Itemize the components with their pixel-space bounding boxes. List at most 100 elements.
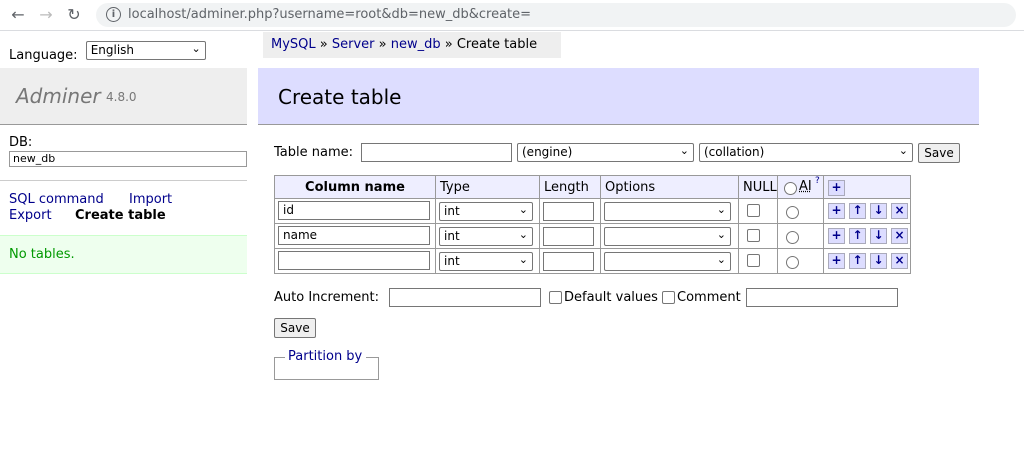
options-cell: ⌄ xyxy=(600,223,739,249)
add-row-icon[interactable]: + xyxy=(828,203,845,219)
browser-toolbar: ← → ↻ i localhost/adminer.php?username=r… xyxy=(0,0,1024,31)
back-arrow-icon[interactable]: ← xyxy=(8,5,28,25)
save-button[interactable]: Save xyxy=(274,318,316,338)
reload-icon[interactable]: ↻ xyxy=(64,5,84,25)
fields-table: Column name Type Length Options NULL AI?… xyxy=(274,175,911,274)
type-value: int xyxy=(444,229,460,243)
forward-arrow-icon[interactable]: → xyxy=(36,5,56,25)
collation-select[interactable]: (collation) ⌄ xyxy=(699,143,913,162)
type-select[interactable]: int ⌄ xyxy=(439,202,533,221)
partition-by-link[interactable]: Partition by xyxy=(285,349,366,364)
language-label: Language: xyxy=(9,48,78,63)
actions-cell: + ↑ ↓ × xyxy=(823,198,911,224)
column-name-value: id xyxy=(283,203,294,217)
import-link[interactable]: Import xyxy=(129,192,172,208)
null-checkbox[interactable] xyxy=(747,204,760,217)
app-name-link[interactable]: Adminer xyxy=(16,84,101,108)
length-input[interactable] xyxy=(543,252,594,271)
options-header: Options xyxy=(600,175,739,199)
ai-radio-none[interactable] xyxy=(784,182,797,195)
null-checkbox[interactable] xyxy=(747,229,760,242)
db-label: DB: xyxy=(9,135,33,150)
type-header: Type xyxy=(435,175,540,199)
breadcrumb-mysql-link[interactable]: MySQL xyxy=(271,37,316,52)
column-name-input[interactable] xyxy=(278,251,430,270)
url-text: localhost/adminer.php?username=root&db=n… xyxy=(128,7,532,22)
breadcrumb-server-link[interactable]: Server xyxy=(332,37,375,52)
language-selector: Language: English ⌄ xyxy=(9,40,206,63)
db-value: new_db xyxy=(13,152,56,165)
options-select[interactable]: ⌄ xyxy=(604,252,731,271)
type-select[interactable]: int ⌄ xyxy=(439,252,533,271)
chevron-down-icon: ⌄ xyxy=(898,144,908,157)
type-value: int xyxy=(444,204,460,218)
remove-row-icon[interactable]: × xyxy=(891,203,908,219)
auto-increment-input[interactable] xyxy=(389,288,541,307)
add-column-header: + xyxy=(823,175,911,199)
breadcrumb-db-link[interactable]: new_db xyxy=(391,37,441,52)
comment-checkbox[interactable] xyxy=(662,291,675,304)
export-link[interactable]: Export xyxy=(9,208,52,224)
ai-radio[interactable] xyxy=(786,206,799,219)
move-up-icon[interactable]: ↑ xyxy=(849,228,866,244)
actions-cell: + ↑ ↓ × xyxy=(823,223,911,249)
default-values-checkbox[interactable] xyxy=(549,291,562,304)
move-down-icon[interactable]: ↓ xyxy=(870,203,887,219)
divider xyxy=(366,357,378,358)
column-name-input[interactable]: id xyxy=(278,201,430,220)
type-cell: int ⌄ xyxy=(435,223,540,249)
length-input[interactable] xyxy=(543,202,594,221)
fields-header-row: Column name Type Length Options NULL AI?… xyxy=(274,175,911,199)
move-up-icon[interactable]: ↑ xyxy=(849,253,866,269)
breadcrumb-separator: » xyxy=(374,37,391,52)
options-cell: ⌄ xyxy=(600,198,739,224)
actions-cell: + ↑ ↓ × xyxy=(823,248,911,274)
column-name-cell: name xyxy=(274,223,436,249)
add-row-icon[interactable]: + xyxy=(828,253,845,269)
remove-row-icon[interactable]: × xyxy=(891,228,908,244)
move-down-icon[interactable]: ↓ xyxy=(870,228,887,244)
chevron-down-icon: ⌄ xyxy=(716,203,726,216)
add-row-icon[interactable]: + xyxy=(828,180,845,196)
null-checkbox[interactable] xyxy=(747,254,760,267)
length-input[interactable] xyxy=(543,227,594,246)
ai-cell xyxy=(777,223,824,249)
options-select[interactable]: ⌄ xyxy=(604,202,731,221)
table-name-input[interactable] xyxy=(361,143,512,162)
field-row: int ⌄ ⌄ + ↑ ↓ × xyxy=(274,248,911,274)
ai-radio[interactable] xyxy=(786,256,799,269)
type-value: int xyxy=(444,254,460,268)
chevron-down-icon: ⌄ xyxy=(518,228,528,241)
comment-label: Comment xyxy=(677,290,741,305)
chevron-down-icon: ⌄ xyxy=(679,144,689,157)
ai-label: AI xyxy=(799,179,812,194)
language-select[interactable]: English ⌄ xyxy=(85,41,206,60)
engine-value: (engine) xyxy=(522,145,573,159)
remove-row-icon[interactable]: × xyxy=(891,253,908,269)
column-name-input[interactable]: name xyxy=(278,226,430,245)
save-button-top[interactable]: Save xyxy=(918,143,960,163)
create-table-link[interactable]: Create table xyxy=(75,208,166,224)
partition-fieldset: Partition by xyxy=(274,349,379,380)
default-values-label: Default values xyxy=(564,290,658,305)
info-icon[interactable]: i xyxy=(106,7,121,22)
page-heading: Create table xyxy=(258,68,979,125)
comment-input[interactable] xyxy=(746,288,898,307)
engine-select[interactable]: (engine) ⌄ xyxy=(517,143,694,162)
ai-help-link[interactable]: ? xyxy=(815,176,820,186)
db-select[interactable]: new_db xyxy=(9,151,247,167)
type-select[interactable]: int ⌄ xyxy=(439,227,533,246)
move-down-icon[interactable]: ↓ xyxy=(870,253,887,269)
ai-radio[interactable] xyxy=(786,231,799,244)
breadcrumb-current: Create table xyxy=(456,37,538,52)
options-select[interactable]: ⌄ xyxy=(604,227,731,246)
null-cell xyxy=(738,198,778,224)
auto-increment-label: Auto Increment: xyxy=(274,290,379,305)
sql-command-link[interactable]: SQL command xyxy=(9,192,104,208)
field-row: name int ⌄ ⌄ + ↑ ↓ × xyxy=(274,223,911,249)
length-cell xyxy=(539,198,601,224)
table-name-label: Table name: xyxy=(274,145,353,160)
address-bar[interactable]: i localhost/adminer.php?username=root&db… xyxy=(96,3,1016,27)
move-up-icon[interactable]: ↑ xyxy=(849,203,866,219)
add-row-icon[interactable]: + xyxy=(828,228,845,244)
